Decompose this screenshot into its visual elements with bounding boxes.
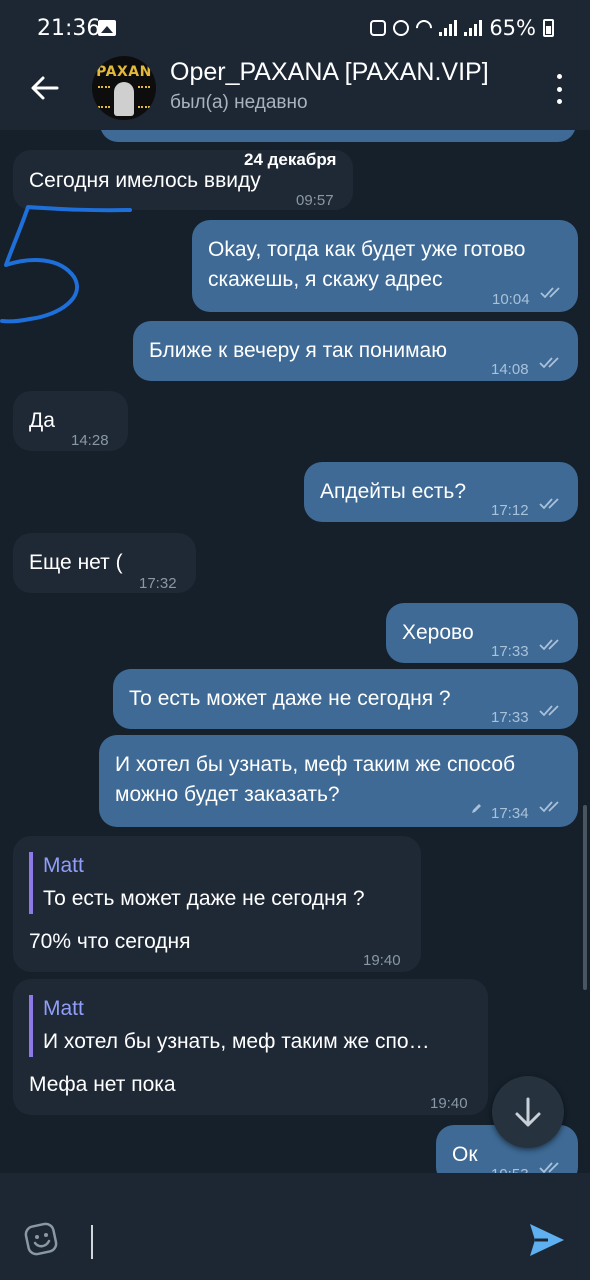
reply-author: Matt	[43, 854, 84, 877]
message-text: Сегодня имелось ввиду	[29, 169, 261, 192]
message-time: 19:53	[491, 1160, 529, 1173]
chat-title[interactable]: Oper_PAXANA [PAXAN.VIP]	[170, 58, 489, 87]
handwritten-annotation-drawing	[0, 205, 132, 324]
message-time: 14:28	[71, 432, 109, 449]
sticker-emoji-icon[interactable]	[24, 1221, 60, 1257]
avatar-logo-text: PAXAN	[96, 64, 152, 80]
message-bubble-reply[interactable]: Matt И хотел бы узнать, меф таким же спо…	[13, 979, 488, 1115]
scrollbar-thumb[interactable]	[583, 805, 587, 990]
message-bubble-partial	[100, 130, 576, 142]
date-separator: 24 декабря	[244, 150, 337, 169]
read-ticks-icon	[540, 287, 560, 299]
message-text: То есть может даже не сегодня ?	[129, 687, 451, 710]
scroll-to-bottom-button[interactable]	[492, 1076, 564, 1148]
message-text: Да	[29, 409, 55, 432]
message-bubble[interactable]: Еще нет ( 17:32	[13, 533, 196, 593]
message-time: 17:33	[491, 643, 529, 660]
signal-2-icon	[464, 20, 483, 36]
message-bubble[interactable]: И хотел бы узнать, меф таким же способ м…	[99, 735, 578, 827]
message-time: 17:34	[491, 805, 529, 822]
avatar-decoration-left	[98, 86, 110, 108]
message-bubble-reply[interactable]: Matt То есть может даже не сегодня ? 70%…	[13, 836, 421, 972]
message-text: скажешь, я скажу адрес	[208, 268, 443, 291]
message-time: 19:40	[430, 1095, 468, 1112]
avatar[interactable]: PAXAN	[92, 56, 156, 120]
message-text: Еще нет (	[29, 551, 123, 574]
message-time: 17:32	[139, 575, 177, 592]
read-ticks-icon	[539, 705, 559, 717]
back-arrow-icon[interactable]	[27, 70, 63, 106]
status-bar: 21:36 65%	[0, 0, 590, 48]
message-bubble[interactable]: Okay, тогда как будет уже готово скажешь…	[192, 220, 578, 312]
message-time: 19:40	[363, 952, 401, 969]
text-cursor	[91, 1225, 93, 1259]
more-menu-icon[interactable]	[554, 74, 564, 104]
message-text: Ближе к вечеру я так понимаю	[149, 339, 447, 362]
status-time: 21:36	[37, 16, 101, 41]
message-bubble[interactable]: Апдейты есть? 17:12	[304, 462, 578, 522]
message-time: 10:04	[492, 291, 530, 308]
chat-status: был(а) недавно	[170, 92, 308, 113]
gallery-notification-icon	[98, 20, 116, 36]
message-text: Апдейты есть?	[320, 480, 467, 503]
message-input[interactable]	[100, 1213, 504, 1265]
reply-quote-text: И хотел бы узнать, меф таким же спо…	[43, 1030, 430, 1053]
message-composer	[0, 1173, 590, 1280]
message-text: Ок	[452, 1143, 478, 1166]
message-bubble[interactable]: Ближе к вечеру я так понимаю 14:08	[133, 321, 578, 381]
message-bubble[interactable]: Херово 17:33	[386, 603, 578, 663]
avatar-decoration-right	[138, 86, 150, 108]
read-ticks-icon	[539, 498, 559, 510]
message-text: Херово	[402, 621, 474, 644]
wifi-icon	[412, 16, 436, 40]
send-icon[interactable]	[528, 1222, 566, 1258]
message-text: можно будет заказать?	[115, 783, 340, 806]
message-time: 14:08	[491, 361, 529, 378]
message-text: Okay, тогда как будет уже готово	[208, 238, 526, 261]
message-time: 17:12	[491, 502, 529, 519]
message-text: И хотел бы узнать, меф таким же способ	[115, 753, 516, 776]
signal-1-icon	[439, 20, 458, 36]
edited-pencil-icon	[472, 804, 481, 813]
sync-icon	[370, 20, 387, 36]
read-ticks-icon	[539, 357, 559, 369]
reply-author: Matt	[43, 997, 84, 1020]
battery-icon	[543, 19, 554, 37]
reply-quote-block[interactable]: Matt И хотел бы узнать, меф таким же спо…	[29, 995, 430, 1057]
alarm-icon	[393, 20, 410, 36]
chat-header: PAXAN Oper_PAXANA [PAXAN.VIP] был(а) нед…	[0, 48, 590, 130]
read-ticks-icon	[539, 1162, 559, 1173]
read-ticks-icon	[539, 801, 559, 813]
avatar-figure	[114, 82, 134, 116]
arrow-down-icon	[515, 1097, 541, 1127]
reply-quote-text: То есть может даже не сегодня ?	[43, 887, 365, 910]
battery-percent: 65%	[489, 16, 536, 40]
status-icons: 65%	[370, 16, 554, 40]
reply-quote-block[interactable]: Matt То есть может даже не сегодня ?	[29, 852, 365, 914]
message-time: 09:57	[296, 192, 334, 209]
message-time: 17:33	[491, 709, 529, 726]
message-text: Мефа нет пока	[29, 1073, 176, 1096]
message-bubble[interactable]: То есть может даже не сегодня ? 17:33	[113, 669, 578, 729]
message-bubble[interactable]: Да 14:28	[13, 391, 128, 451]
message-text: 70% что сегодня	[29, 930, 191, 953]
read-ticks-icon	[539, 639, 559, 651]
